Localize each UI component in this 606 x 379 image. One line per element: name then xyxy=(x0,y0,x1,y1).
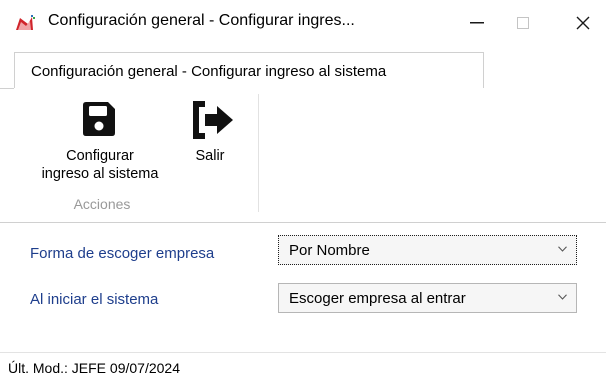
close-button[interactable] xyxy=(560,0,606,46)
status-divider xyxy=(0,352,606,353)
ribbon-divider xyxy=(0,88,14,89)
save-icon xyxy=(80,100,118,138)
exit-label: Salir xyxy=(195,148,225,164)
app-icon xyxy=(14,14,36,32)
company-selection-dropdown[interactable]: Por Nombre xyxy=(278,235,577,265)
minimize-icon xyxy=(470,22,484,24)
on-startup-label: Al iniciar el sistema xyxy=(30,291,159,308)
minimize-button[interactable] xyxy=(454,0,500,46)
company-selection-label: Forma de escoger empresa xyxy=(30,245,215,262)
window-title: Configuración general - Configurar ingre… xyxy=(48,12,355,29)
on-startup-dropdown[interactable]: Escoger empresa al entrar xyxy=(278,283,577,313)
exit-icon xyxy=(191,100,235,140)
configure-login-label: Configurar ingreso al sistema xyxy=(41,148,159,182)
ribbon-group-separator xyxy=(258,94,259,212)
ribbon-panel-border xyxy=(0,222,606,223)
chevron-down-icon xyxy=(558,246,567,252)
close-icon xyxy=(576,16,590,30)
maximize-icon xyxy=(517,17,529,29)
chevron-down-icon xyxy=(558,294,567,300)
ribbon-tab-label: Configuración general - Configurar ingre… xyxy=(31,63,387,80)
company-selection-value: Por Nombre xyxy=(289,242,370,259)
on-startup-value: Escoger empresa al entrar xyxy=(289,290,466,307)
last-modified-status: Últ. Mod.: JEFE 09/07/2024 xyxy=(8,360,180,376)
maximize-button[interactable] xyxy=(500,0,546,46)
ribbon-group-label: Acciones xyxy=(73,196,131,212)
